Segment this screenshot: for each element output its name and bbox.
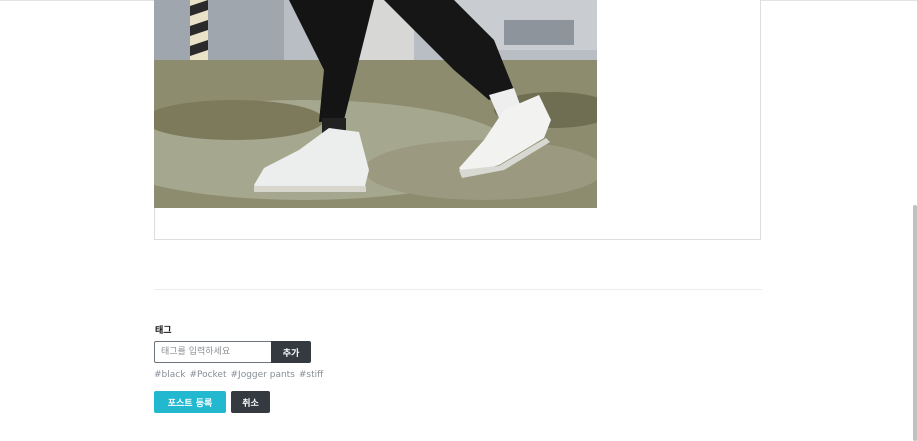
tag-item[interactable]: #black bbox=[154, 370, 185, 380]
tag-item[interactable]: #stiff bbox=[299, 370, 323, 380]
tag-item[interactable]: #Pocket bbox=[189, 370, 226, 380]
add-tag-button[interactable]: 추가 bbox=[271, 341, 311, 363]
section-divider bbox=[154, 289, 762, 290]
scrollbar-thumb[interactable] bbox=[913, 205, 917, 441]
tag-input[interactable] bbox=[154, 341, 272, 363]
submit-post-button[interactable]: 포스트 등록 bbox=[154, 391, 226, 413]
tag-item[interactable]: #Jogger pants bbox=[231, 370, 295, 380]
cancel-button[interactable]: 취소 bbox=[231, 391, 270, 413]
post-image bbox=[154, 0, 597, 208]
tag-section-title: 태그 bbox=[155, 326, 172, 336]
tag-list: #black #Pocket #Jogger pants #stiff bbox=[154, 370, 323, 380]
